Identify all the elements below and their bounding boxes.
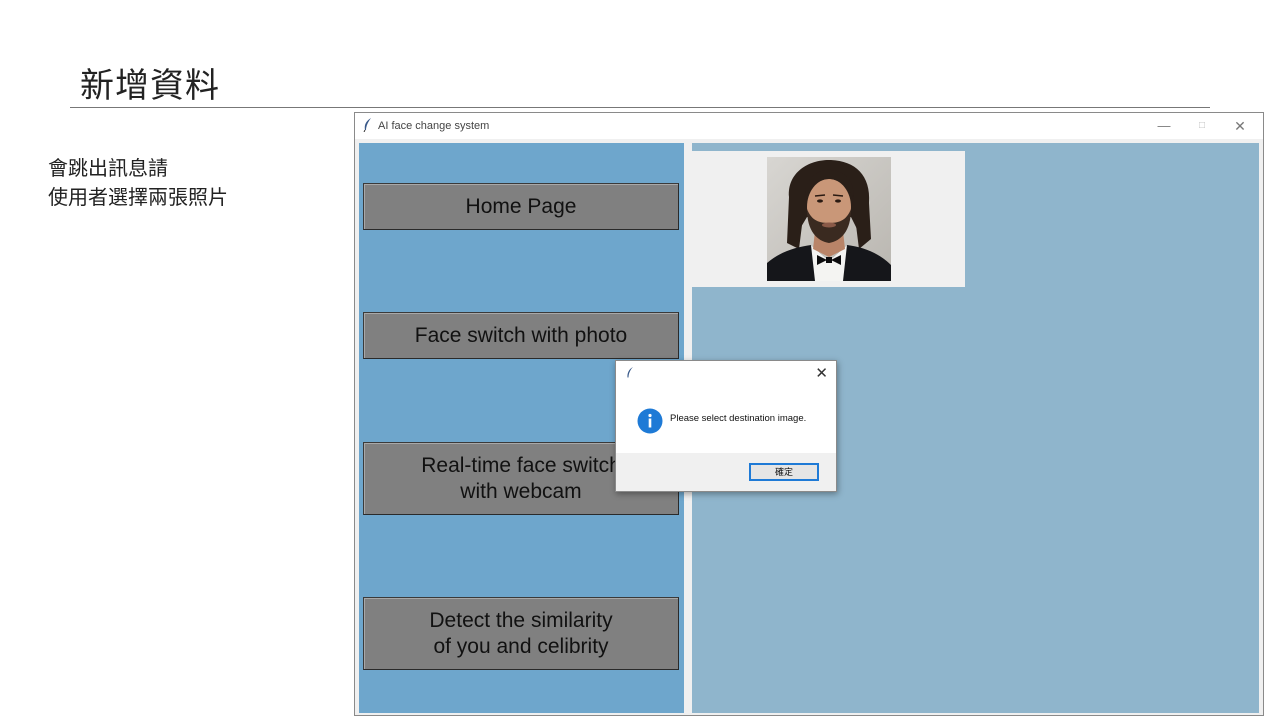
- slide-note: 會跳出訊息請 使用者選擇兩張照片: [48, 154, 228, 212]
- face-switch-photo-button[interactable]: Face switch with photo: [363, 312, 679, 359]
- ok-button[interactable]: 確定: [749, 463, 819, 481]
- portrait-photo: [767, 157, 891, 281]
- info-dialog: ✕ Please select destination image. 確定: [615, 360, 837, 492]
- window-title: AI face change system: [378, 120, 490, 132]
- title-divider: [70, 107, 1210, 108]
- dialog-close-button[interactable]: ✕: [815, 364, 828, 382]
- note-line-2: 使用者選擇兩張照片: [48, 185, 228, 209]
- photo-panel: [692, 151, 965, 287]
- close-button[interactable]: ✕: [1225, 117, 1255, 135]
- window-titlebar[interactable]: AI face change system — □ ✕: [355, 113, 1263, 139]
- note-line-1: 會跳出訊息請: [48, 156, 168, 180]
- dialog-footer: 確定: [616, 453, 836, 491]
- feather-icon: [627, 367, 633, 378]
- dialog-message: Please select destination image.: [670, 413, 807, 424]
- home-page-button[interactable]: Home Page: [363, 183, 679, 230]
- maximize-button[interactable]: □: [1187, 117, 1217, 135]
- detect-similarity-button[interactable]: Detect the similarity of you and celibri…: [363, 597, 679, 670]
- info-icon: [637, 408, 663, 434]
- minimize-button[interactable]: —: [1149, 117, 1179, 135]
- slide-title: 新增資料: [80, 66, 220, 106]
- feather-icon: [363, 118, 371, 132]
